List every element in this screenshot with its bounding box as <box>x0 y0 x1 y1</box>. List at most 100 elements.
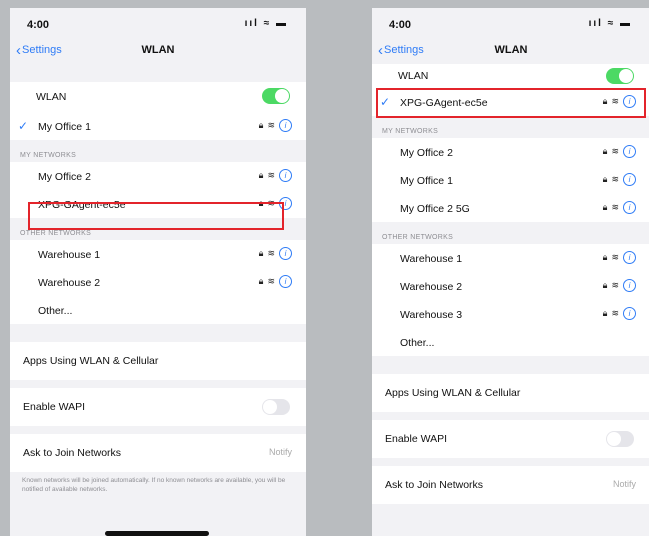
network-name: Warehouse 3 <box>400 309 463 321</box>
info-icon[interactable]: i <box>623 251 636 264</box>
nav-bar: ‹Settings WLAN <box>10 38 306 64</box>
network-name: My Office 1 <box>400 175 453 187</box>
highlight-box <box>28 202 284 230</box>
phone-screen-right: 4:00 ııl ≈ ▬ ‹Settings WLAN WLAN ✓ XPG-G… <box>372 8 649 536</box>
status-bar: 4:00 ııl ≈ ▬ <box>372 8 649 38</box>
network-row[interactable]: My Office 2 5G 🔒︎ ≋ i <box>372 194 649 222</box>
lock-icon: 🔒︎ <box>602 308 608 318</box>
other-networks-header: OTHER NETWORKS <box>382 234 454 241</box>
wapi-label: Enable WAPI <box>23 401 86 413</box>
highlight-box <box>376 88 646 118</box>
other-network-row[interactable]: Other... <box>10 296 306 324</box>
wifi-icon: ≋ <box>267 248 275 258</box>
info-icon[interactable]: i <box>623 145 636 158</box>
network-name: Warehouse 1 <box>38 249 101 261</box>
info-icon[interactable]: i <box>279 169 292 182</box>
lock-icon: 🔒︎ <box>602 280 608 290</box>
wlan-group: WLAN ✓ My Office 1 🔒︎ ≋ i <box>10 82 306 140</box>
wlan-label: WLAN <box>36 91 67 103</box>
other-networks-list: Warehouse 1 🔒︎ ≋ i Warehouse 2 🔒︎ ≋ i Other.… <box>10 240 306 324</box>
network-name: My Office 2 <box>400 147 453 159</box>
wlan-toggle[interactable] <box>262 88 290 104</box>
wifi-icon: ≋ <box>611 174 619 184</box>
info-icon[interactable]: i <box>623 201 636 214</box>
lock-icon: 🔒︎ <box>602 252 608 262</box>
network-name: Warehouse 1 <box>400 253 463 265</box>
info-icon[interactable]: i <box>279 275 292 288</box>
my-networks-list: My Office 2 🔒︎ ≋ i My Office 1 🔒︎ ≋ i My Off… <box>372 138 649 222</box>
lock-icon: 🔒︎ <box>258 248 264 258</box>
status-bar: 4:00 ııl ≈ ▬ <box>10 8 306 38</box>
ask-label: Ask to Join Networks <box>23 447 122 459</box>
info-icon[interactable]: i <box>279 247 292 260</box>
page-title: WLAN <box>141 44 175 56</box>
network-row[interactable]: Warehouse 2 🔒︎ ≋ i <box>10 268 306 296</box>
network-row[interactable]: Warehouse 2 🔒︎ ≋ i <box>372 272 649 300</box>
network-name: My Office 1 <box>38 121 91 133</box>
wifi-icon: ≋ <box>611 252 619 262</box>
apps-using-wlan-row[interactable]: Apps Using WLAN & Cellular <box>10 342 306 380</box>
my-networks-header: MY NETWORKS <box>20 152 77 159</box>
ask-footnote: Known networks will be joined automatica… <box>22 477 286 494</box>
wlan-toggle[interactable] <box>606 68 634 84</box>
wlan-toggle-row: WLAN <box>10 82 306 112</box>
status-icons: ııl ≈ ▬ <box>244 18 288 29</box>
lock-icon: 🔒︎ <box>602 202 608 212</box>
network-row[interactable]: My Office 2 🔒︎ ≋ i <box>372 138 649 166</box>
wlan-toggle-row: WLAN <box>372 64 649 88</box>
status-time: 4:00 <box>389 19 412 31</box>
checkmark-icon: ✓ <box>18 119 29 133</box>
other-networks-list: Warehouse 1 🔒︎ ≋ i Warehouse 2 🔒︎ ≋ i Wareho… <box>372 244 649 356</box>
connected-network-row[interactable]: ✓ My Office 1 🔒︎ ≋ i <box>10 112 306 140</box>
wifi-icon: ≋ <box>611 308 619 318</box>
other-network-row[interactable]: Other... <box>372 328 649 356</box>
my-networks-header: MY NETWORKS <box>382 128 439 135</box>
other-label: Other... <box>38 305 73 317</box>
info-icon[interactable]: i <box>623 279 636 292</box>
info-icon[interactable]: i <box>623 307 636 320</box>
lock-icon: 🔒︎ <box>258 276 264 286</box>
wifi-icon: ≋ <box>611 146 619 156</box>
nav-bar: ‹Settings WLAN <box>372 38 649 64</box>
wifi-icon: ≋ <box>611 202 619 212</box>
network-row[interactable]: Warehouse 1 🔒︎ ≋ i <box>10 240 306 268</box>
lock-icon: 🔒︎ <box>602 146 608 156</box>
wifi-icon: ≋ <box>267 170 275 180</box>
home-indicator <box>105 531 209 536</box>
enable-wapi-row: Enable WAPI <box>372 420 649 458</box>
wapi-toggle[interactable] <box>262 399 290 415</box>
enable-wapi-row: Enable WAPI <box>10 388 306 426</box>
ask-value: Notify <box>612 479 636 489</box>
info-icon[interactable]: i <box>623 173 636 186</box>
info-icon[interactable]: i <box>279 119 292 132</box>
wifi-icon: ≋ <box>267 276 275 286</box>
other-label: Other... <box>400 337 435 349</box>
ask-label: Ask to Join Networks <box>385 479 484 491</box>
lock-icon: 🔒︎ <box>602 174 608 184</box>
network-row[interactable]: Warehouse 3 🔒︎ ≋ i <box>372 300 649 328</box>
network-name: My Office 2 <box>38 171 91 183</box>
phone-screen-left: 4:00 ııl ≈ ▬ ‹Settings WLAN WLAN ✓ My Of… <box>10 8 306 536</box>
lock-icon: 🔒︎ <box>258 120 264 130</box>
apps-label: Apps Using WLAN & Cellular <box>23 355 159 367</box>
page-title: WLAN <box>494 44 528 56</box>
ask-value: Notify <box>268 447 292 457</box>
network-name: Warehouse 2 <box>400 281 463 293</box>
wlan-label: WLAN <box>398 70 429 82</box>
wifi-icon: ≋ <box>267 120 275 130</box>
status-icons: ııl ≈ ▬ <box>588 18 632 29</box>
apps-label: Apps Using WLAN & Cellular <box>385 387 521 399</box>
wifi-icon: ≋ <box>611 280 619 290</box>
wapi-label: Enable WAPI <box>385 433 448 445</box>
apps-using-wlan-row[interactable]: Apps Using WLAN & Cellular <box>372 374 649 412</box>
lock-icon: 🔒︎ <box>258 170 264 180</box>
wapi-toggle[interactable] <box>606 431 634 447</box>
network-name: My Office 2 5G <box>400 203 470 215</box>
network-row[interactable]: My Office 1 🔒︎ ≋ i <box>372 166 649 194</box>
status-time: 4:00 <box>27 19 50 31</box>
network-name: Warehouse 2 <box>38 277 101 289</box>
network-row[interactable]: Warehouse 1 🔒︎ ≋ i <box>372 244 649 272</box>
ask-to-join-row[interactable]: Ask to Join Networks Notify <box>372 466 649 504</box>
network-row[interactable]: My Office 2 🔒︎ ≋ i <box>10 162 306 190</box>
ask-to-join-row[interactable]: Ask to Join Networks Notify <box>10 434 306 472</box>
